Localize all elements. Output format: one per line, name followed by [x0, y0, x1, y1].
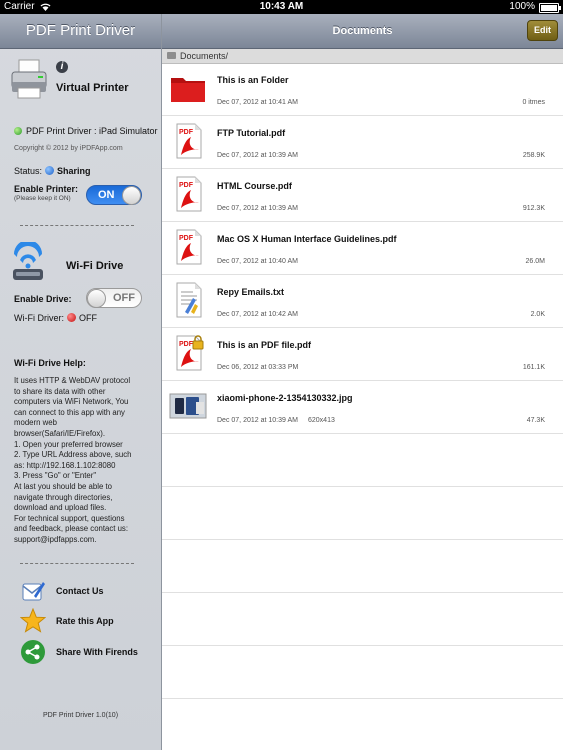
file-row[interactable]: Repy Emails.txt Dec 07, 2012 at 10:42 AM… — [162, 275, 563, 328]
battery-percent: 100% — [509, 1, 535, 12]
contact-us-button[interactable]: Contact Us — [20, 578, 160, 604]
printer-name: PDF Print Driver : iPad Simulator — [14, 126, 158, 136]
virtual-printer-title: Virtual Printer — [56, 82, 129, 94]
help-text: It uses HTTP & WebDAV protocol to share … — [14, 376, 132, 544]
status-dot-icon — [67, 313, 76, 322]
wifi-drive-title: Wi-Fi Drive — [66, 260, 124, 272]
file-row[interactable]: PDF Mac OS X Human Interface Guidelines.… — [162, 222, 563, 275]
empty-row — [162, 434, 563, 487]
pdf-icon: PDF — [176, 123, 202, 159]
toggle-knob — [122, 186, 141, 205]
globe-icon — [14, 127, 22, 135]
clock: 10:43 AM — [259, 1, 304, 12]
text-file-icon — [176, 282, 202, 318]
rate-app-button[interactable]: Rate this App — [20, 608, 160, 634]
sidebar-title: PDF Print Driver — [0, 14, 161, 49]
share-button[interactable]: Share With Firends — [20, 639, 160, 665]
edit-button[interactable]: Edit — [527, 20, 558, 41]
info-icon[interactable]: i — [56, 61, 68, 73]
empty-row — [162, 540, 563, 593]
wifi-drive-icon — [13, 242, 43, 280]
folder-icon — [171, 78, 205, 102]
documents-navbar: Documents Edit — [162, 14, 563, 49]
file-row[interactable]: xiaomi-phone-2-1354130332.jpg Dec 07, 20… — [162, 381, 563, 434]
file-row[interactable]: PDF FTP Tutorial.pdf Dec 07, 2012 at 10:… — [162, 116, 563, 169]
svg-text:PDF: PDF — [179, 182, 194, 189]
empty-row — [162, 646, 563, 699]
svg-text:PDF: PDF — [179, 129, 194, 136]
toggle-knob — [87, 289, 106, 308]
copyright-text: Copyright © 2012 by iPDFApp.com — [14, 145, 123, 152]
enable-printer-label: Enable Printer: (Please keep it ON) — [14, 184, 79, 202]
divider — [20, 225, 134, 226]
battery-icon — [539, 3, 561, 13]
divider — [20, 563, 134, 564]
empty-row — [162, 593, 563, 646]
enable-drive-toggle[interactable]: OFF — [86, 288, 142, 308]
file-row[interactable]: PDF HTML Course.pdf Dec 07, 2012 at 10:3… — [162, 169, 563, 222]
enable-printer-toggle[interactable]: ON — [86, 185, 142, 205]
printer-icon — [11, 59, 47, 99]
help-title: Wi-Fi Drive Help: — [14, 358, 86, 368]
locked-pdf-icon: PDF — [176, 335, 204, 371]
enable-printer-hint: (Please keep it ON) — [14, 195, 71, 202]
enable-drive-label: Enable Drive: — [14, 294, 72, 304]
wifi-driver-status: Wi-Fi Driver: OFF — [14, 313, 97, 323]
documents-title: Documents — [332, 25, 393, 37]
file-list: This is an Folder Dec 07, 2012 at 10:41 … — [162, 63, 563, 699]
path-bar: Documents/ — [162, 49, 563, 64]
path-label: Documents/ — [180, 51, 229, 61]
share-icon — [21, 640, 45, 664]
pdf-icon: PDF — [176, 176, 202, 212]
svg-text:PDF: PDF — [179, 235, 194, 242]
star-icon — [20, 608, 46, 633]
status-bar: Carrier 10:43 AM 100% — [0, 0, 563, 14]
file-row[interactable]: PDF This is an PDF file.pdf Dec 06, 2012… — [162, 328, 563, 381]
empty-row — [162, 487, 563, 540]
image-thumbnail — [169, 393, 207, 419]
virtual-printer-header: i Virtual Printer — [10, 58, 155, 108]
documents-panel: Documents Edit Documents/ This is an Fol… — [162, 14, 563, 750]
svg-text:PDF: PDF — [179, 341, 194, 348]
version-label: PDF Print Driver 1.0(10) — [42, 712, 119, 719]
status-dot-icon — [45, 166, 55, 175]
wifi-drive-header: Wi-Fi Drive — [10, 242, 155, 284]
sidebar: PDF Print Driver i Virtual Printer PDF P… — [0, 14, 162, 750]
folder-icon — [167, 52, 176, 59]
printer-status: Status: Sharing — [14, 166, 91, 176]
pdf-icon: PDF — [176, 229, 202, 265]
contact-icon — [22, 582, 45, 601]
file-row[interactable]: This is an Folder Dec 07, 2012 at 10:41 … — [162, 63, 563, 116]
